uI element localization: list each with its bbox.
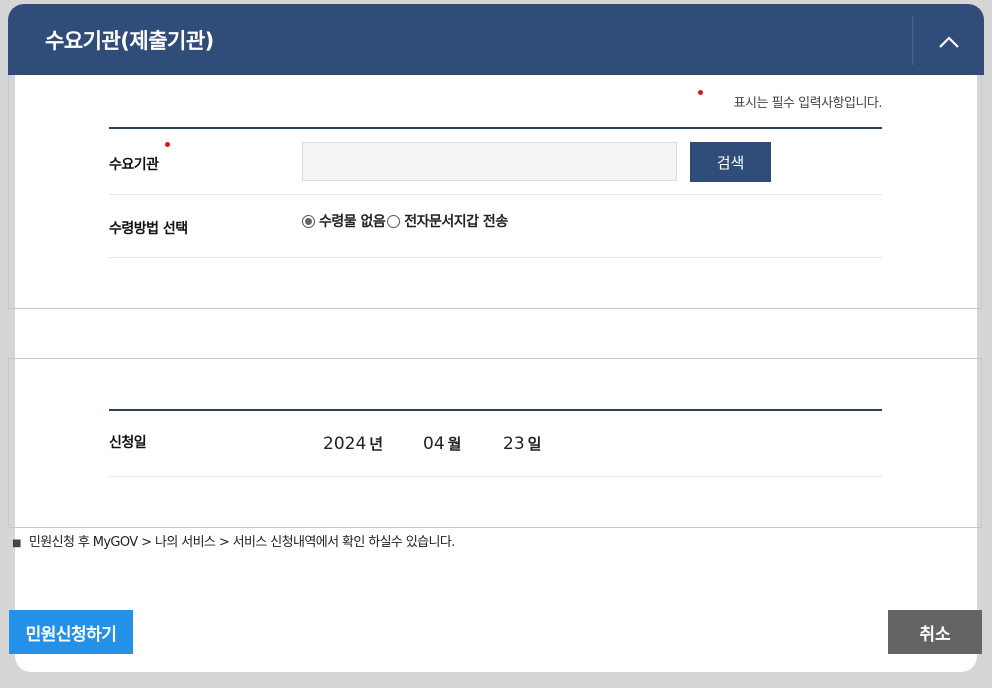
section-title: 수요기관(제출기관) (45, 29, 214, 53)
submit-application-button[interactable]: 민원신청하기 (9, 610, 133, 654)
agency-label: 수요기관 (109, 157, 159, 173)
day-unit: 일 (527, 435, 542, 453)
method-label: 수령방법 선택 (109, 221, 188, 237)
row-divider (109, 476, 882, 477)
date-year: 2024 년 (323, 433, 383, 454)
method-radio-group: 수령물 없음 전자문서지갑 전송 (302, 211, 508, 231)
date-day: 23 일 (503, 433, 541, 454)
radio-e-wallet[interactable]: 전자문서지갑 전송 (387, 211, 508, 231)
section-header: 수요기관(제출기관) (8, 4, 984, 75)
radio-no-delivery[interactable]: 수령물 없음 (302, 211, 386, 231)
row-divider (109, 194, 882, 195)
required-note: 표시는 필수 입력사항입니다. (733, 96, 883, 111)
month-unit: 월 (447, 435, 462, 453)
bullet-icon: ■ (12, 538, 21, 549)
agency-input[interactable] (302, 142, 677, 181)
date-top-rule (109, 409, 882, 411)
radio-label: 전자문서지갑 전송 (404, 214, 508, 230)
search-button[interactable]: 검색 (690, 142, 771, 182)
date-month: 04 월 (423, 433, 461, 454)
radio-unselected-icon[interactable] (387, 214, 401, 228)
apply-date-label: 신청일 (109, 435, 147, 451)
collapse-button[interactable] (913, 8, 984, 75)
row-divider (109, 257, 882, 258)
radio-label: 수령물 없음 (319, 214, 386, 230)
radio-selected-icon[interactable] (302, 214, 315, 228)
cancel-button[interactable]: 취소 (888, 610, 982, 654)
form-top-rule (109, 127, 882, 129)
info-note: ■ 민원신청 후 MyGOV > 나의 서비스 > 서비스 신청내역에서 확인 하… (12, 531, 455, 550)
year-unit: 년 (369, 435, 384, 453)
month-value: 04 (423, 434, 445, 454)
date-section-box (8, 358, 982, 528)
year-value: 2024 (323, 434, 367, 454)
chevron-up-icon (938, 35, 959, 48)
required-marker (165, 142, 170, 147)
info-text: 민원신청 후 MyGOV > 나의 서비스 > 서비스 신청내역에서 확인 하실… (28, 535, 456, 550)
day-value: 23 (503, 434, 525, 454)
required-marker (698, 90, 703, 95)
